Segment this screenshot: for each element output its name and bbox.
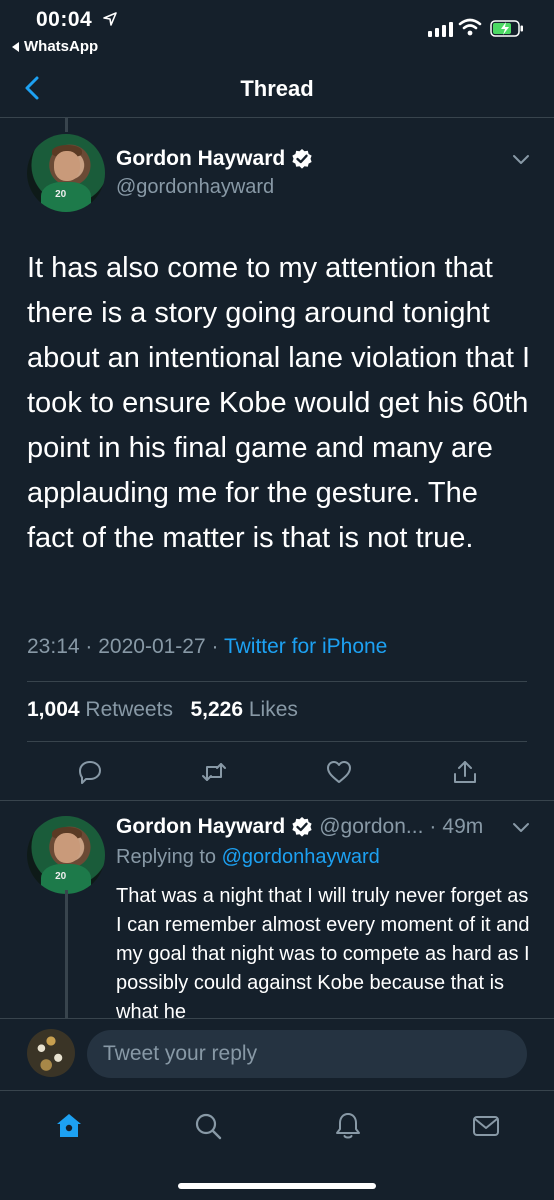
- tweet-source-link[interactable]: Twitter for iPhone: [224, 635, 387, 658]
- home-icon[interactable]: [54, 1111, 84, 1141]
- verified-badge-icon: [292, 817, 312, 837]
- status-time: 00:04: [36, 8, 93, 31]
- home-indicator: [178, 1183, 376, 1189]
- like-heart-icon[interactable]: [325, 758, 353, 786]
- back-app-label: WhatsApp: [24, 38, 99, 55]
- tweet-stats: 1,004 Retweets 5,226 Likes: [27, 698, 298, 722]
- reply-dot: ·: [429, 815, 437, 838]
- author-handle[interactable]: @gordonhayward: [116, 176, 274, 199]
- meta-dot: ·: [211, 635, 224, 658]
- likes-stat[interactable]: 5,226 Likes: [190, 698, 297, 721]
- battery-charging-icon: [490, 20, 523, 37]
- author-name-row[interactable]: Gordon Hayward: [116, 147, 313, 171]
- back-triangle-icon: [12, 41, 19, 52]
- search-icon[interactable]: [193, 1111, 223, 1141]
- reply-author-handle: @gordon...: [319, 815, 424, 838]
- tweet-actions-bar: [0, 752, 554, 794]
- divider: [0, 800, 554, 801]
- share-icon[interactable]: [451, 758, 479, 786]
- divider: [27, 681, 527, 682]
- tweet-options-chevron-icon[interactable]: [512, 154, 530, 166]
- tweet-time: 23:14: [27, 635, 80, 658]
- author-name: Gordon Hayward: [116, 147, 286, 170]
- replying-to-mention[interactable]: @gordonhayward: [222, 846, 380, 868]
- location-arrow-icon: [103, 12, 117, 26]
- verified-badge-icon: [292, 149, 312, 169]
- status-bar: 00:04 WhatsApp: [0, 0, 554, 60]
- back-to-app-link[interactable]: WhatsApp: [12, 38, 98, 55]
- thread-connector-line: [65, 890, 68, 1018]
- thread-connector-line: [65, 118, 68, 132]
- retweet-icon[interactable]: [200, 758, 228, 786]
- current-user-avatar[interactable]: [27, 1029, 75, 1077]
- author-avatar[interactable]: 20: [27, 134, 105, 212]
- reply-age: 49m: [442, 815, 484, 838]
- reply-author-avatar[interactable]: 20: [27, 816, 105, 894]
- reply-icon[interactable]: [76, 758, 104, 786]
- wifi-icon: [458, 18, 482, 36]
- navigation-bar: Thread: [0, 60, 554, 118]
- messages-icon[interactable]: [471, 1111, 501, 1141]
- tweet-reply-input[interactable]: [87, 1030, 527, 1078]
- page-title: Thread: [240, 76, 314, 101]
- reply-author-name: Gordon Hayward: [116, 815, 286, 838]
- notifications-icon[interactable]: [333, 1111, 363, 1141]
- retweets-stat[interactable]: 1,004 Retweets: [27, 698, 173, 721]
- tweet-date: 2020-01-27: [98, 635, 206, 658]
- reply-options-chevron-icon[interactable]: [512, 822, 530, 834]
- main-tweet-text: It has also come to my attention that th…: [27, 252, 531, 554]
- divider: [27, 741, 527, 742]
- meta-dot: ·: [85, 635, 99, 658]
- reply-header[interactable]: Gordon Hayward @gordon... · 49m: [116, 815, 483, 839]
- cellular-signal-icon: [428, 22, 453, 37]
- reply-tweet-text: That was a night that I will truly never…: [116, 885, 530, 1018]
- tweet-meta: 23:14 · 2020-01-27 · Twitter for iPhone: [27, 635, 387, 659]
- replying-to-line: Replying to @gordonhayward: [116, 846, 380, 869]
- reply-compose-bar: [0, 1018, 554, 1090]
- replying-to-label: Replying to: [116, 846, 217, 868]
